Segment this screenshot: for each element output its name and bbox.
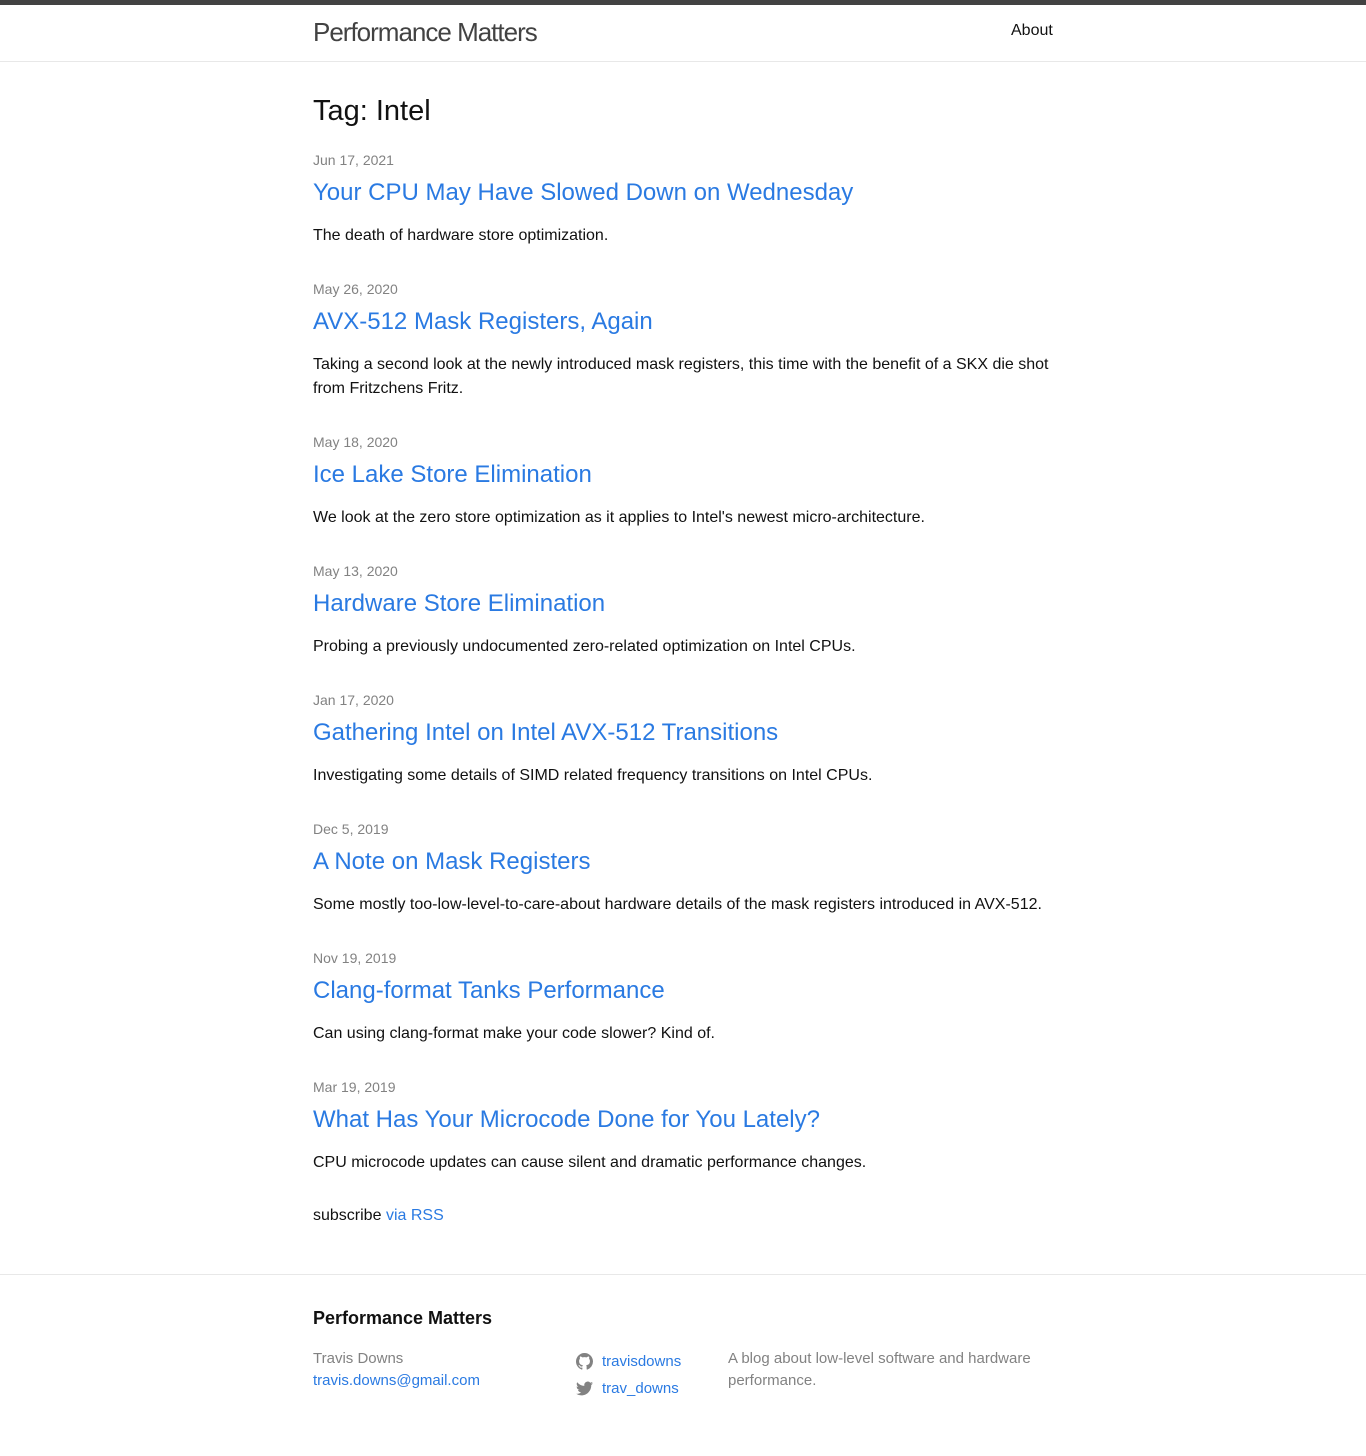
twitter-username: trav_downs [602, 1380, 679, 1397]
site-footer: Performance Matters Travis Downs travis.… [0, 1274, 1366, 1456]
post-title-link[interactable]: A Note on Mask Registers [313, 848, 1053, 876]
post-item: May 13, 2020 Hardware Store Elimination … [313, 563, 1053, 659]
post-title-link[interactable]: What Has Your Microcode Done for You Lat… [313, 1106, 1053, 1134]
subscribe-label: subscribe [313, 1207, 382, 1224]
post-item: Mar 19, 2019 What Has Your Microcode Don… [313, 1079, 1053, 1175]
post-item: Jun 17, 2021 Your CPU May Have Slowed Do… [313, 152, 1053, 248]
post-excerpt: CPU microcode updates can cause silent a… [313, 1154, 867, 1171]
nav-about-link[interactable]: About [1011, 22, 1053, 40]
author-name: Travis Downs [313, 1350, 404, 1367]
post-title-link[interactable]: Clang-format Tanks Performance [313, 977, 1053, 1005]
author-email-link[interactable]: travis.downs@gmail.com [313, 1370, 480, 1392]
post-date: May 26, 2020 [313, 281, 398, 297]
twitter-icon [576, 1381, 593, 1396]
post-date: May 18, 2020 [313, 434, 398, 450]
site-header: Performance Matters About [0, 0, 1366, 62]
post-title-link[interactable]: Gathering Intel on Intel AVX-512 Transit… [313, 719, 1053, 747]
post-date: Dec 5, 2019 [313, 821, 389, 837]
site-title-link[interactable]: Performance Matters [313, 17, 538, 48]
post-item: May 26, 2020 AVX-512 Mask Registers, Aga… [313, 281, 1053, 401]
page-heading: Tag: Intel [313, 95, 431, 127]
post-excerpt: Can using clang-format make your code sl… [313, 1025, 715, 1042]
twitter-link[interactable]: trav_downs [576, 1375, 681, 1402]
post-excerpt: Probing a previously undocumented zero-r… [313, 638, 856, 655]
post-date: Jun 17, 2021 [313, 152, 394, 168]
site-description: A blog about low-level software and hard… [728, 1350, 1031, 1389]
footer-heading: Performance Matters [313, 1308, 493, 1328]
footer-social: travisdowns trav_downs [576, 1348, 681, 1402]
post-item: May 18, 2020 Ice Lake Store Elimination … [313, 434, 1053, 530]
post-excerpt: Investigating some details of SIMD relat… [313, 767, 873, 784]
github-username: travisdowns [602, 1353, 682, 1370]
post-date: Nov 19, 2019 [313, 950, 397, 966]
github-icon [576, 1353, 593, 1370]
post-title-link[interactable]: Your CPU May Have Slowed Down on Wednesd… [313, 179, 1053, 207]
post-excerpt: Some mostly too-low-level-to-care-about … [313, 896, 1042, 913]
subscribe-line: subscribe via RSS [313, 1206, 444, 1226]
post-title-link[interactable]: AVX-512 Mask Registers, Again [313, 308, 1053, 336]
post-date: Mar 19, 2019 [313, 1079, 396, 1095]
post-excerpt: Taking a second look at the newly introd… [313, 356, 1049, 397]
post-item: Jan 17, 2020 Gathering Intel on Intel AV… [313, 692, 1053, 788]
post-title-link[interactable]: Hardware Store Elimination [313, 590, 1053, 618]
rss-link[interactable]: via RSS [386, 1207, 444, 1224]
post-excerpt: The death of hardware store optimization… [313, 227, 609, 244]
post-item: Dec 5, 2019 A Note on Mask Registers Som… [313, 821, 1053, 917]
footer-contact: Travis Downs travis.downs@gmail.com [313, 1348, 480, 1392]
post-date: May 13, 2020 [313, 563, 398, 579]
post-date: Jan 17, 2020 [313, 692, 394, 708]
post-excerpt: We look at the zero store optimization a… [313, 509, 925, 526]
post-item: Nov 19, 2019 Clang-format Tanks Performa… [313, 950, 1053, 1046]
github-link[interactable]: travisdowns [576, 1348, 681, 1375]
post-title-link[interactable]: Ice Lake Store Elimination [313, 461, 1053, 489]
